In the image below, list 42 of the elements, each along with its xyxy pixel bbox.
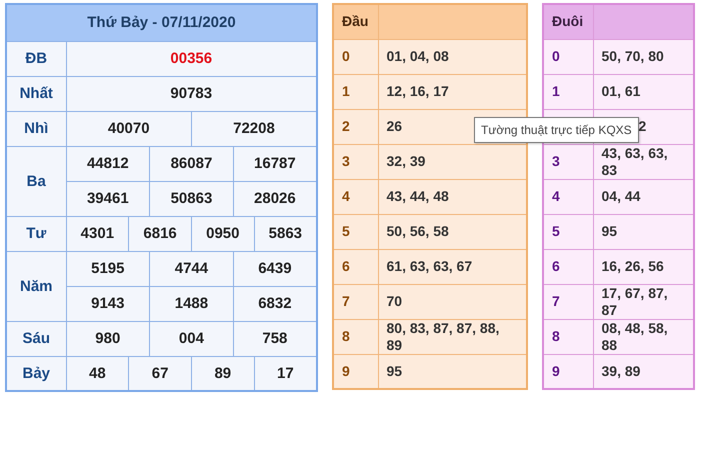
table-header: Đầu bbox=[333, 4, 378, 39]
digit-cell: 2 bbox=[333, 109, 378, 144]
prize-label: Tư bbox=[6, 216, 66, 251]
digit-cell: 7 bbox=[333, 284, 378, 319]
prize-number: 5195 bbox=[66, 251, 150, 286]
prize-number: 40070 bbox=[66, 111, 192, 146]
prize-number: 39461 bbox=[66, 181, 150, 216]
digit-cell: 5 bbox=[543, 214, 593, 249]
digit-cell: 4 bbox=[543, 179, 593, 214]
prize-number: 1488 bbox=[150, 286, 234, 321]
table-title: Thứ Bảy - 07/11/2020 bbox=[6, 4, 317, 41]
digit-cell: 6 bbox=[333, 249, 378, 284]
tooltip: Tường thuật trực tiếp KQXS bbox=[474, 117, 639, 143]
prize-number: 004 bbox=[150, 321, 234, 356]
prize-label: Nhì bbox=[6, 111, 66, 146]
table-header: Đuôi bbox=[543, 4, 593, 39]
digit-cell: 8 bbox=[543, 319, 593, 354]
digit-cell: 1 bbox=[333, 74, 378, 109]
prize-number: 6816 bbox=[128, 216, 192, 251]
digit-cell: 0 bbox=[543, 39, 593, 74]
digit-cell: 7 bbox=[543, 284, 593, 319]
digit-cell: 3 bbox=[333, 144, 378, 179]
digit-cell: 1 bbox=[543, 74, 593, 109]
prize-number: 9143 bbox=[66, 286, 150, 321]
prize-label: Nhất bbox=[6, 76, 66, 111]
digit-cell: 5 bbox=[333, 214, 378, 249]
prize-label: Ba bbox=[6, 146, 66, 216]
prize-label: Sáu bbox=[6, 321, 66, 356]
digit-cell: 8 bbox=[333, 319, 378, 354]
digit-cell: 3 bbox=[543, 144, 593, 179]
digit-cell: 0 bbox=[333, 39, 378, 74]
prize-number: 4301 bbox=[66, 216, 129, 251]
prize-label: Năm bbox=[6, 251, 66, 321]
prize-number: 50863 bbox=[150, 181, 234, 216]
prize-number: 86087 bbox=[150, 146, 234, 181]
digit-cell: 6 bbox=[543, 249, 593, 284]
prize-number: 980 bbox=[66, 321, 150, 356]
prize-label: ĐB bbox=[6, 41, 66, 76]
prize-number: 0950 bbox=[191, 216, 254, 251]
prize-number: 44812 bbox=[66, 146, 150, 181]
prize-number: 4744 bbox=[150, 251, 234, 286]
digit-cell: 4 bbox=[333, 179, 378, 214]
